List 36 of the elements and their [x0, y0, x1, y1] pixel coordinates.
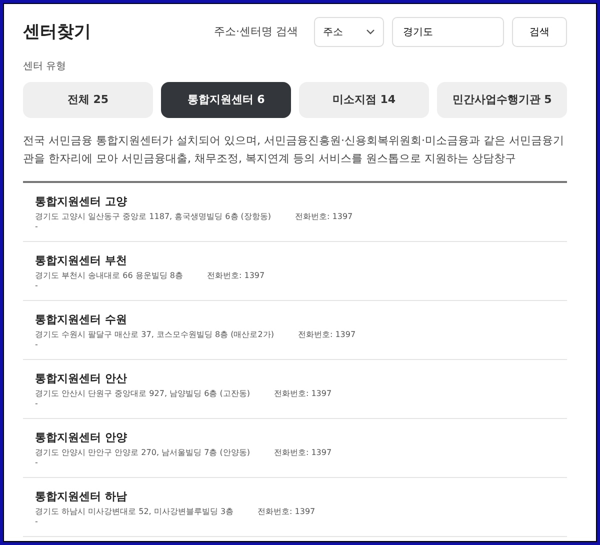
center-note: - [35, 458, 38, 467]
center-note: - [35, 222, 38, 231]
search-label: 주소·센터명 검색 [214, 24, 298, 40]
center-address: 경기도 하남시 미사강변대로 52, 미사강변블루빌딩 3층 [35, 506, 234, 518]
center-type-label: 센터 유형 [23, 60, 68, 74]
center-address: 경기도 수원시 팔달구 매산로 37, 코스모수원빌딩 8층 (매산로2가) [35, 328, 274, 341]
center-name: 통합지원센터 부천 [35, 253, 128, 270]
center-address: 경기도 고양시 일산동구 중앙로 1187, 흥국생명빌딩 6층 (장항동) [35, 210, 272, 223]
center-name: 통합지원센터 고양 [35, 194, 128, 210]
center-phone: 전화번호: 1397 [298, 328, 356, 341]
center-note: - [35, 400, 38, 408]
description-text: 전국 서민금융 통합지원센터가 설치되어 있으며, 서민금융진흥원·신용회복위원회·미소금융과 같은 서민금융기관을 한자리에 모아 서민금융대출, 채무조정, 복지연계 등의 서비스를 원스톱으로 지원하는 상담창구 [23, 133, 565, 167]
center-name: 통합지원센터 수원 [35, 312, 128, 328]
center-note: - [35, 518, 38, 526]
center-note: - [35, 282, 38, 290]
search-button[interactable]: 검색 [512, 17, 567, 47]
center-name: 통합지원센터 안양 [35, 430, 128, 446]
center-phone: 전화번호: 1397 [274, 446, 332, 459]
center-type-tab[interactable]: 미소지점 14 [299, 82, 429, 118]
search-type-select[interactable]: 주소 [314, 17, 384, 47]
center-phone: 전화번호: 1397 [206, 270, 265, 282]
center-type-tab[interactable]: 전체 25 [23, 82, 153, 118]
chevron-down-icon [366, 29, 375, 35]
page-title: 센터찾기 [23, 22, 91, 42]
center-name: 통합지원센터 안산 [35, 371, 128, 388]
center-address: 경기도 부천시 송내대로 66 용운빌딩 8층 [35, 270, 183, 282]
center-note: - [35, 340, 38, 349]
center-name: 통합지원센터 하남 [35, 489, 128, 506]
center-address: 경기도 안양시 만안구 안양로 270, 남서울빌딩 7층 (안양동) [35, 446, 250, 459]
center-type-tab[interactable]: 통합지원센터 6 [161, 82, 291, 118]
search-input-field[interactable]: 경기도 [392, 17, 504, 47]
center-type-tab[interactable]: 민간사업수행기관 5 [437, 82, 567, 118]
center-phone: 전화번호: 1397 [295, 210, 353, 223]
center-address: 경기도 안산시 단원구 중앙대로 927, 남양빌딩 6층 (고잔동) [35, 388, 250, 400]
center-phone: 전화번호: 1397 [258, 506, 316, 518]
center-phone: 전화번호: 1397 [274, 388, 332, 400]
